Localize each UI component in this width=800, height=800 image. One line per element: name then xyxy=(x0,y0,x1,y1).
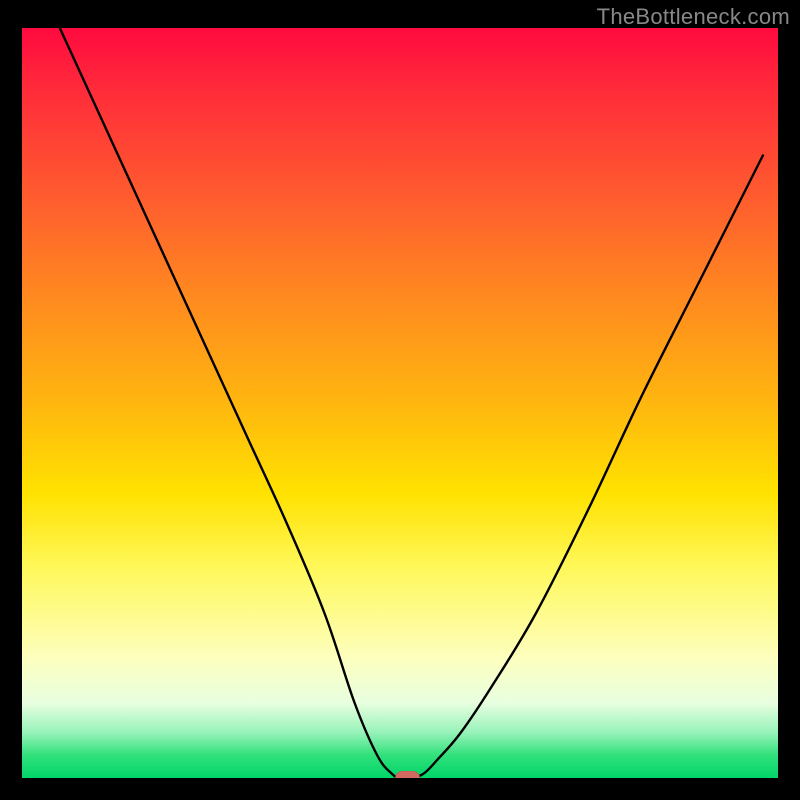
watermark-text: TheBottleneck.com xyxy=(597,4,790,30)
curve-svg xyxy=(22,28,778,778)
chart-frame: TheBottleneck.com xyxy=(0,0,800,800)
optimal-marker xyxy=(395,771,419,778)
plot-area xyxy=(22,28,778,778)
bottleneck-curve xyxy=(60,28,763,778)
